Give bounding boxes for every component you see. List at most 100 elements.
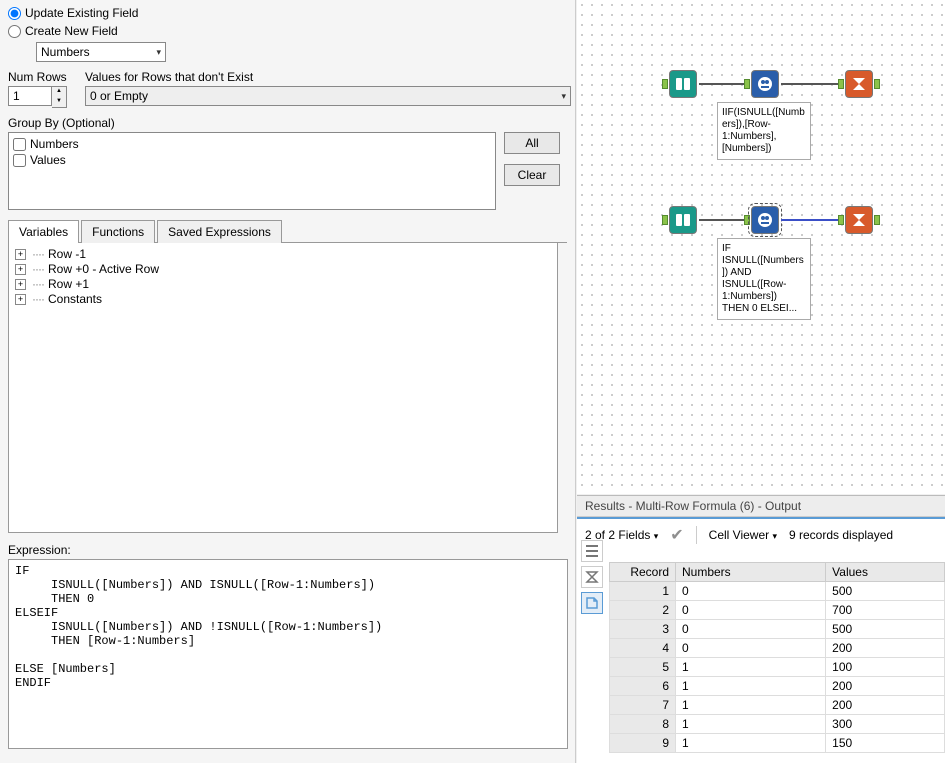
results-panel: Results - Multi-Row Formula (6) - Output…: [577, 495, 945, 763]
connector-anchor: [744, 79, 750, 89]
summarize-tool-icon[interactable]: [845, 70, 873, 98]
cell-values: 150: [826, 734, 945, 753]
connector-line: [781, 83, 839, 85]
cell-record: 5: [610, 658, 676, 677]
chevron-down-icon: ▾: [772, 531, 777, 541]
col-header-numbers[interactable]: Numbers: [676, 563, 826, 582]
connector-anchor: [838, 215, 844, 225]
numrows-input[interactable]: [8, 86, 52, 106]
cell-values: 500: [826, 582, 945, 601]
cell-record: 7: [610, 696, 676, 715]
results-view-list-icon[interactable]: [581, 540, 603, 562]
cell-numbers: 0: [676, 582, 826, 601]
summarize-tool-icon[interactable]: [845, 206, 873, 234]
results-view-data-icon[interactable]: [581, 592, 603, 614]
tree-expand-icon[interactable]: +: [15, 264, 26, 275]
tab-functions[interactable]: Functions: [81, 220, 155, 243]
field-select-value: Numbers: [41, 45, 90, 59]
table-row[interactable]: 8 1 300: [610, 715, 945, 734]
table-row[interactable]: 6 1 200: [610, 677, 945, 696]
records-summary: 9 records displayed: [789, 528, 893, 542]
cell-record: 4: [610, 639, 676, 658]
groupby-list: Numbers Values: [8, 132, 496, 210]
results-view-sigma-icon[interactable]: [581, 566, 603, 588]
groupby-checkbox-values[interactable]: [13, 154, 26, 167]
table-row[interactable]: 9 1 150: [610, 734, 945, 753]
multi-row-formula-tool-icon[interactable]: [751, 70, 779, 98]
tree-expand-icon[interactable]: +: [15, 294, 26, 305]
numrows-step-down[interactable]: ▼: [52, 97, 66, 107]
connector-line: [781, 219, 839, 221]
tree-expand-icon[interactable]: +: [15, 249, 26, 260]
chevron-down-icon: ▾: [561, 91, 566, 102]
radio-create-new[interactable]: [8, 25, 21, 38]
text-input-tool-icon[interactable]: [669, 206, 697, 234]
cell-values: 300: [826, 715, 945, 734]
table-row[interactable]: 5 1 100: [610, 658, 945, 677]
clear-button[interactable]: Clear: [504, 164, 560, 186]
cell-values: 700: [826, 601, 945, 620]
tree-item-label[interactable]: Row -1: [48, 247, 86, 261]
cell-numbers: 0: [676, 639, 826, 658]
cell-record: 8: [610, 715, 676, 734]
cell-record: 9: [610, 734, 676, 753]
values-nonexist-value: 0 or Empty: [90, 89, 148, 103]
connector-anchor: [662, 79, 668, 89]
table-row[interactable]: 7 1 200: [610, 696, 945, 715]
cell-numbers: 0: [676, 620, 826, 639]
cell-record: 3: [610, 620, 676, 639]
radio-update-existing[interactable]: [8, 7, 21, 20]
values-nonexist-label: Values for Rows that don't Exist: [85, 70, 571, 84]
variables-tree: +····Row -1 +····Row +0 - Active Row +··…: [8, 243, 558, 533]
results-grid[interactable]: Record Numbers Values 1 0 5002 0 7003 0 …: [609, 562, 945, 753]
cell-numbers: 1: [676, 677, 826, 696]
text-input-tool-icon[interactable]: [669, 70, 697, 98]
tab-saved-expressions[interactable]: Saved Expressions: [157, 220, 282, 243]
tool-annotation: IF ISNULL([Numbers]) AND ISNULL([Row-1:N…: [717, 238, 811, 320]
groupby-item-label: Values: [30, 153, 66, 167]
cell-numbers: 0: [676, 601, 826, 620]
multi-row-formula-tool-icon[interactable]: [751, 206, 779, 234]
table-row[interactable]: 2 0 700: [610, 601, 945, 620]
radio-create-label: Create New Field: [25, 24, 118, 38]
tree-item-label[interactable]: Constants: [48, 292, 102, 306]
numrows-step-up[interactable]: ▲: [52, 87, 66, 97]
table-row[interactable]: 4 0 200: [610, 639, 945, 658]
connector-line: [699, 219, 745, 221]
connector-line: [699, 83, 745, 85]
groupby-item-label: Numbers: [30, 137, 79, 151]
tool-annotation: IIF(ISNULL([Numbers]),[Row-1:Numbers],[N…: [717, 102, 811, 160]
connector-anchor: [874, 215, 880, 225]
tree-item-label[interactable]: Row +1: [48, 277, 89, 291]
connector-anchor: [838, 79, 844, 89]
check-icon: ✔: [670, 525, 683, 545]
tab-variables[interactable]: Variables: [8, 220, 79, 243]
cell-viewer-menu[interactable]: Cell Viewer ▾: [709, 528, 777, 542]
col-header-record[interactable]: Record: [610, 563, 676, 582]
col-header-values[interactable]: Values: [826, 563, 945, 582]
chevron-down-icon: ▾: [654, 531, 659, 541]
groupby-checkbox-numbers[interactable]: [13, 138, 26, 151]
all-button[interactable]: All: [504, 132, 560, 154]
expression-editor[interactable]: IF ISNULL([Numbers]) AND ISNULL([Row-1:N…: [8, 559, 568, 749]
cell-values: 200: [826, 639, 945, 658]
tree-item-label[interactable]: Row +0 - Active Row: [48, 262, 159, 276]
cell-values: 200: [826, 696, 945, 715]
cell-numbers: 1: [676, 715, 826, 734]
table-row[interactable]: 3 0 500: [610, 620, 945, 639]
radio-update-label: Update Existing Field: [25, 6, 138, 20]
workflow-canvas[interactable]: IIF(ISNULL([Numbers]),[Row-1:Numbers],[N…: [577, 0, 945, 494]
field-select[interactable]: Numbers ▾: [36, 42, 166, 62]
cell-values: 100: [826, 658, 945, 677]
table-row[interactable]: 1 0 500: [610, 582, 945, 601]
cell-numbers: 1: [676, 696, 826, 715]
cell-numbers: 1: [676, 734, 826, 753]
numrows-label: Num Rows: [8, 70, 67, 84]
connector-anchor: [874, 79, 880, 89]
results-title: Results - Multi-Row Formula (6) - Output: [577, 496, 945, 517]
cell-values: 500: [826, 620, 945, 639]
tree-expand-icon[interactable]: +: [15, 279, 26, 290]
cell-record: 6: [610, 677, 676, 696]
values-nonexist-select[interactable]: 0 or Empty ▾: [85, 86, 571, 106]
cell-values: 200: [826, 677, 945, 696]
